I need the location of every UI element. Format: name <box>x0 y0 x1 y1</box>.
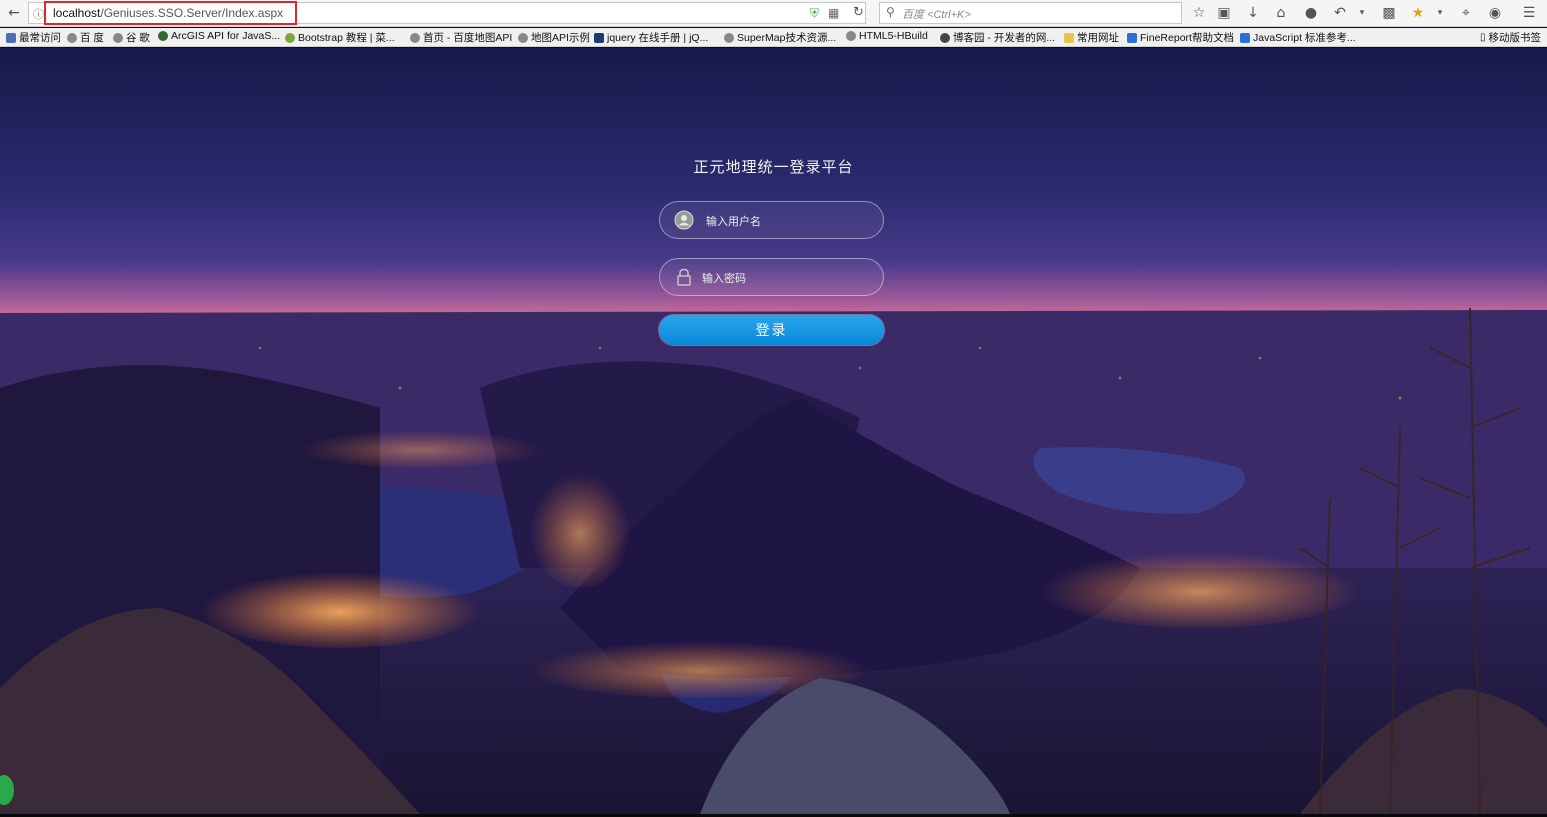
lock-icon <box>677 268 691 286</box>
star-icon[interactable]: ☆ <box>1190 3 1208 23</box>
crop-icon[interactable]: ⌖ <box>1457 3 1475 23</box>
shield-icon[interactable]: ⛨ <box>810 6 819 21</box>
finereport-icon <box>1127 32 1137 43</box>
browser-toolbar: ← ⓘ localhost/Geniuses.SSO.Server/Index.… <box>0 0 1547 27</box>
back-arrow-icon[interactable]: ← <box>4 3 24 23</box>
globe-icon <box>846 31 856 41</box>
blog-icon <box>940 32 950 43</box>
menu-icon[interactable]: ☰ <box>1519 3 1539 23</box>
password-field[interactable] <box>659 258 884 297</box>
chevron-down-icon[interactable]: ▾ <box>1356 3 1368 23</box>
reading-list-icon[interactable]: ▣ <box>1215 3 1233 23</box>
bookmark-item[interactable]: jquery 在线手册 | jQ... <box>594 30 708 45</box>
download-icon[interactable]: ↓ <box>1244 3 1262 23</box>
info-icon[interactable]: ⓘ <box>33 6 44 22</box>
globe-icon <box>113 32 123 43</box>
user-icon <box>674 210 694 230</box>
globe-icon <box>410 32 420 43</box>
url-text: localhost/Geniuses.SSO.Server/Index.aspx <box>53 6 283 20</box>
qr-code-icon[interactable]: ▦ <box>828 6 839 20</box>
globe-icon <box>518 32 528 43</box>
password-input[interactable] <box>700 259 874 297</box>
bookmark-item[interactable]: HTML5-HBuild <box>846 30 928 42</box>
bookmark-item[interactable]: 常用网址 <box>1064 30 1119 45</box>
page-title: 正元地理统一登录平台 <box>693 158 854 176</box>
search-input[interactable]: ⚲ 百度 <Ctrl+K> <box>879 2 1182 24</box>
login-button[interactable]: 登录 <box>659 315 884 345</box>
username-field[interactable] <box>659 201 884 240</box>
jquery-icon <box>594 32 604 43</box>
globe-icon <box>724 32 734 43</box>
bookmarks-bar: 最常访问 百 度 谷 歌 ArcGIS API for JavaS... Boo… <box>0 28 1547 47</box>
bookmark-item[interactable]: 地图API示例 <box>518 30 590 45</box>
chat-icon[interactable]: ● <box>1302 3 1320 23</box>
bookmark-item[interactable]: 最常访问 <box>6 30 61 45</box>
bookmark-item[interactable]: Bootstrap 教程 | 菜... <box>285 30 395 45</box>
reload-icon[interactable]: ↻ <box>853 5 864 20</box>
javascript-icon <box>1240 32 1250 43</box>
extension-icon[interactable]: ◉ <box>1486 3 1504 23</box>
bookmark-item[interactable]: FineReport帮助文档 <box>1127 30 1234 45</box>
globe-icon <box>67 32 77 43</box>
globe-icon <box>158 31 168 41</box>
url-host: localhost <box>53 6 101 20</box>
url-path: /Geniuses.SSO.Server/Index.aspx <box>100 6 284 20</box>
undo-icon[interactable]: ↶ <box>1331 3 1349 23</box>
mobile-bookmarks[interactable]: ▯ 移动版书签 <box>1480 30 1541 45</box>
search-icon: ⚲ <box>886 5 895 19</box>
bookmark-item[interactable]: ArcGIS API for JavaS... <box>158 30 280 42</box>
bootstrap-icon <box>285 32 295 43</box>
url-bar[interactable]: ⓘ localhost/Geniuses.SSO.Server/Index.as… <box>28 2 866 24</box>
folder-icon <box>1064 32 1074 43</box>
home-icon[interactable]: ⌂ <box>1272 3 1290 23</box>
bookmark-item[interactable]: 百 度 <box>67 30 104 45</box>
search-placeholder: 百度 <Ctrl+K> <box>902 9 971 21</box>
bookmark-item[interactable]: SuperMap技术资源... <box>724 30 836 45</box>
screenshot-icon[interactable]: ▩ <box>1380 3 1398 23</box>
phone-icon: ▯ <box>1480 32 1486 43</box>
bookmark-icon <box>6 32 16 43</box>
bookmark-item[interactable]: JavaScript 标准参考... <box>1240 30 1356 45</box>
bookmark-item[interactable]: 博客园 - 开发者的网... <box>940 30 1055 45</box>
chevron-down-icon[interactable]: ▾ <box>1434 3 1446 23</box>
page-viewport: 正元地理统一登录平台 登录 <box>0 48 1547 814</box>
username-input[interactable] <box>704 202 878 240</box>
bookmark-item[interactable]: 谷 歌 <box>113 30 150 45</box>
addon-star-icon[interactable]: ★ <box>1409 3 1427 23</box>
bookmark-item[interactable]: 首页 - 百度地图API <box>410 30 512 45</box>
